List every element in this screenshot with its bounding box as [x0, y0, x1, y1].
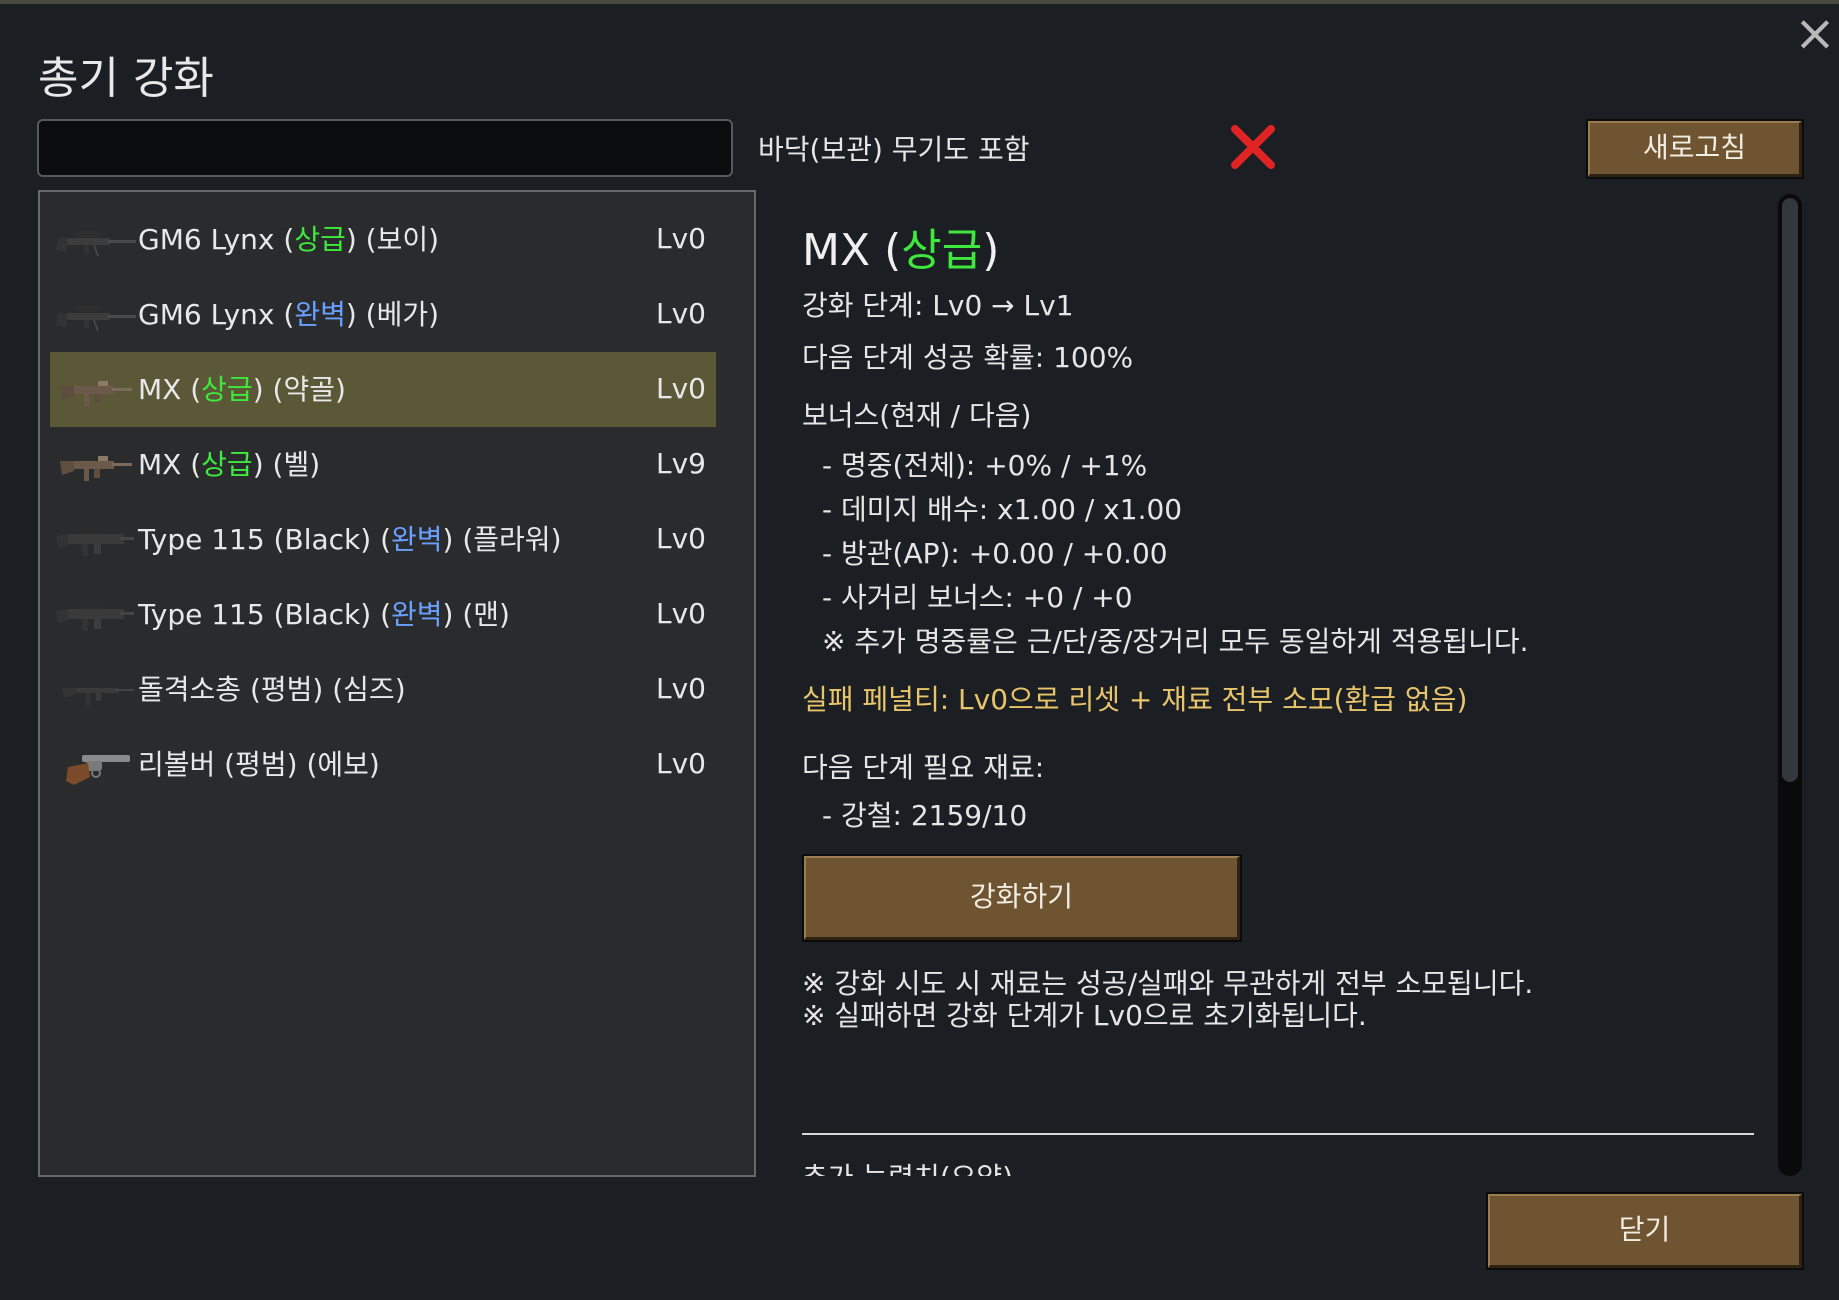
weapon-name: Type 115 (Black) (완벽) (플라워) [138, 523, 562, 556]
detail-title: MX (상급) [802, 225, 1000, 276]
weapon-row[interactable]: GM6 Lynx (상급) (보이) Lv0 [50, 202, 716, 277]
enhance-button[interactable]: 강화하기 [802, 854, 1242, 942]
weapon-row[interactable]: GM6 Lynx (완벽) (베가) Lv0 [50, 277, 716, 352]
detail-panel: MX (상급) 강화 단계: Lv0 → Lv1 다음 단계 성공 확률: 10… [802, 190, 1757, 1176]
weapon-level: Lv0 [656, 597, 706, 630]
dialog-title: 총기 강화 [38, 53, 214, 104]
weapon-quality: 평범 [260, 673, 313, 706]
weapon-base-name: MX [138, 373, 182, 406]
refresh-button[interactable]: 새로고침 [1586, 119, 1804, 179]
weapon-level: Lv9 [656, 447, 706, 480]
weapon-row[interactable]: Type 115 (Black) (완벽) (맨) Lv0 [50, 577, 716, 652]
weapon-owner: 에보 [317, 748, 369, 781]
assault-rifle-icon [54, 591, 138, 639]
bonus-accuracy: - 명중(전체): +0% / +1% [822, 449, 1148, 482]
weapon-name: 리볼버 (평범) (에보) [138, 748, 380, 781]
weapon-owner: 플라워 [473, 523, 551, 556]
weapon-base-name: 리볼버 [138, 748, 216, 781]
materials-header: 다음 단계 필요 재료: [802, 751, 1045, 784]
bonus-note: ※ 추가 명중률은 근/단/중/장거리 모두 동일하게 적용됩니다. [822, 625, 1529, 658]
weapon-quality: 완벽 [391, 523, 443, 556]
weapon-quality: 완벽 [294, 298, 346, 331]
bonus-damage: - 데미지 배수: x1.00 / x1.00 [822, 493, 1183, 526]
include-floor-label: 바닥(보관) 무기도 포함 [758, 133, 1030, 166]
stage-line: 강화 단계: Lv0 → Lv1 [802, 289, 1074, 322]
weapon-name: GM6 Lynx (상급) (보이) [138, 223, 440, 256]
weapon-owner: 약골 [283, 373, 335, 406]
weapon-level: Lv0 [656, 372, 706, 405]
weapon-quality: 평범 [235, 748, 287, 781]
weapon-name: GM6 Lynx (완벽) (베가) [138, 298, 440, 331]
weapon-base-name: MX [138, 448, 182, 481]
detail-weapon-name: MX [802, 225, 871, 276]
weapon-row[interactable]: 돌격소총 (평범) (심즈) Lv0 [50, 652, 716, 727]
weapon-level: Lv0 [656, 672, 706, 705]
extra-stats-header: 추가 능력치(요약) [802, 1156, 1013, 1176]
weapon-owner: 베가 [376, 298, 429, 331]
weapon-row[interactable]: Type 115 (Black) (완벽) (플라워) Lv0 [50, 502, 716, 577]
bonus-ap: - 방관(AP): +0.00 / +0.00 [822, 537, 1168, 570]
sniper-rifle-icon [54, 216, 138, 264]
weapon-owner: 맨 [473, 598, 500, 631]
sniper-rifle-icon [54, 291, 138, 339]
weapon-level: Lv0 [656, 522, 706, 555]
weapon-row[interactable]: 리볼버 (평범) (에보) Lv0 [50, 727, 716, 802]
assault-rifle-icon [54, 516, 138, 564]
smg-icon [54, 366, 138, 414]
include-floor-toggle[interactable] [1228, 122, 1278, 172]
weapon-name: MX (상급) (약골) [138, 373, 346, 406]
weapon-base-name: GM6 Lynx [138, 223, 275, 256]
weapon-row[interactable]: MX (상급) (벨) Lv9 [50, 427, 716, 502]
weapon-quality: 상급 [201, 448, 253, 481]
close-x-icon[interactable]: × [1792, 8, 1838, 58]
weapon-name: 돌격소총 (평범) (심즈) [138, 673, 406, 706]
search-input[interactable] [37, 119, 733, 177]
weapon-base-name: 돌격소총 [138, 673, 242, 706]
weapon-owner: 보이 [376, 223, 429, 256]
weapon-name: MX (상급) (벨) [138, 448, 321, 481]
weapon-level: Lv0 [656, 297, 706, 330]
revolver-icon [54, 741, 138, 789]
weapon-level: Lv0 [656, 747, 706, 780]
weapon-quality: 완벽 [391, 598, 443, 631]
red-x-icon [1231, 125, 1275, 169]
weapon-owner: 심즈 [343, 673, 395, 706]
bonus-header: 보너스(현재 / 다음) [802, 399, 1032, 432]
detail-quality: 상급 [901, 225, 983, 276]
weapon-name: Type 115 (Black) (완벽) (맨) [138, 598, 510, 631]
upgrade-dialog: 총기 강화 × 바닥(보관) 무기도 포함 새로고침 GM6 Lynx (상급)… [0, 4, 1839, 1300]
rifle-icon [54, 666, 138, 714]
close-button[interactable]: 닫기 [1486, 1192, 1804, 1270]
weapon-base-name: Type 115 (Black) [138, 598, 372, 631]
bonus-range: - 사거리 보너스: +0 / +0 [822, 581, 1133, 614]
weapon-base-name: GM6 Lynx [138, 298, 275, 331]
failure-penalty: 실패 페널티: Lv0으로 리셋 + 재료 전부 소모(환급 없음) [802, 683, 1468, 716]
weapon-base-name: Type 115 (Black) [138, 523, 372, 556]
weapon-row[interactable]: MX (상급) (약골) Lv0 [50, 352, 716, 427]
smg-icon [54, 441, 138, 489]
material-steel: - 강철: 2159/10 [822, 799, 1028, 832]
divider [802, 1133, 1754, 1135]
note-reset: ※ 실패하면 강화 단계가 Lv0으로 초기화됩니다. [802, 999, 1367, 1032]
weapon-level: Lv0 [656, 222, 706, 255]
weapon-owner: 벨 [283, 448, 310, 481]
weapon-list: GM6 Lynx (상급) (보이) Lv0 GM6 Lynx (완벽) (베가) L… [38, 190, 756, 1177]
success-rate-line: 다음 단계 성공 확률: 100% [802, 341, 1134, 374]
weapon-quality: 상급 [294, 223, 346, 256]
weapon-quality: 상급 [201, 373, 253, 406]
scrollbar-thumb[interactable] [1782, 198, 1798, 782]
